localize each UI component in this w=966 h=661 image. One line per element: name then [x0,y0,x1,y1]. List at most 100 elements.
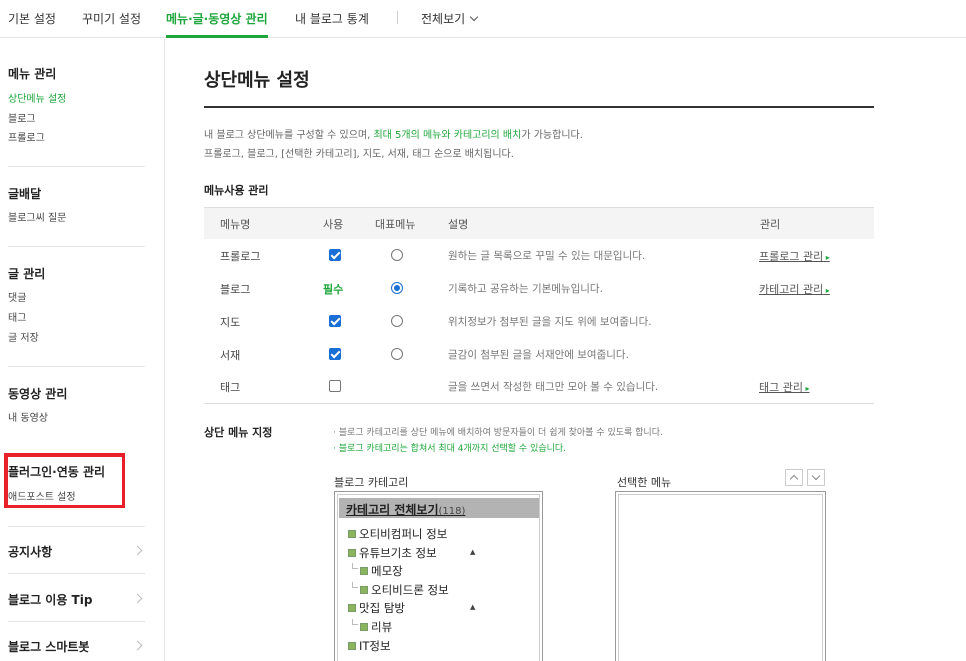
tree-node-child[interactable]: 오티비드론 정보 [360,582,449,598]
sidebar-divider [8,526,145,527]
tree-node-label: 오티비컴퍼니 정보 [359,527,448,541]
selected-menu-label: 선택한 메뉴 [617,476,672,489]
tag-manage-link[interactable]: 태그 관리 [759,379,810,395]
row-menu-name: 블로그 [220,283,251,296]
tree-branch-line [352,582,358,588]
use-checkbox[interactable] [329,380,341,392]
rep-menu-radio[interactable] [391,315,403,327]
sidebar-item-my-videos[interactable]: 내 동영상 [8,409,48,424]
row-description: 글을 쓰면서 작성한 태그만 모아 볼 수 있습니다. [448,381,659,393]
sidebar-item-saved-posts[interactable]: 글 저장 [8,329,39,344]
use-checkbox[interactable] [329,315,341,327]
row-description: 글감이 첨부된 글을 서재안에 보여줍니다. [448,349,629,361]
use-checkbox[interactable] [329,249,341,261]
row-menu-name: 지도 [220,316,241,329]
rep-menu-radio[interactable] [391,348,403,360]
tree-node-label: 맛집 탐방 [359,601,405,615]
tab-basic-settings[interactable]: 기본 설정 [8,10,56,27]
category-manage-link[interactable]: 카테고리 관리 [759,281,830,297]
tab-blog-stats[interactable]: 내 블로그 통계 [295,10,369,27]
row-description: 기록하고 공유하는 기본메뉴입니다. [448,283,603,295]
col-header-menu-name: 메뉴명 [220,218,251,231]
sidebar-heading-plugin: 플러그인·연동 관리 [8,465,106,479]
title-divider [204,106,874,108]
tab-menu-post-video[interactable]: 메뉴·글·동영상 관리 [166,10,268,27]
category-icon [360,623,368,631]
tree-node[interactable]: 유튜브기초 정보 [348,545,437,561]
desc-text: 가 가능합니다. [521,130,583,141]
tree-node[interactable]: 맛집 탐방 [348,600,405,616]
blog-category-label: 블로그 카테고리 [334,476,409,489]
required-label: 필수 [323,283,344,296]
sidebar-item-comments[interactable]: 댓글 [8,289,26,304]
page-description-line2: 프롤로그, 블로그, [선택한 카테고리], 지도, 서재, 태그 순으로 배치… [204,149,514,160]
tree-node-label: 유튜브기초 정보 [359,546,437,560]
tree-node-label: 메모장 [371,564,403,578]
chevron-down-icon [469,12,479,22]
sidebar-heading-video: 동영상 관리 [8,387,68,401]
sidebar-item-adpost[interactable]: 애드포스트 설정 [8,488,76,503]
prologue-manage-link[interactable]: 프롤로그 관리 [759,248,830,264]
col-header-rep-menu: 대표메뉴 [375,218,416,231]
top-tab-bar: 기본 설정 꾸미기 설정 메뉴·글·동영상 관리 내 블로그 통계 전체보기 [0,0,966,38]
collapse-caret-icon[interactable]: ▲ [470,548,475,556]
sidebar-link-label: 블로그 스마트봇 [8,640,90,654]
category-icon [348,604,356,612]
category-icon [348,549,356,557]
sidebar-item-top-menu[interactable]: 상단메뉴 설정 [8,90,66,105]
selected-menu-box[interactable] [615,491,826,661]
collapse-caret-icon[interactable]: ▲ [470,603,475,611]
sidebar-link-notice[interactable]: 공지사항 [8,543,145,560]
tree-node-label: 오티비드론 정보 [371,583,449,597]
tree-node-label: 리뷰 [371,620,393,634]
sidebar: 메뉴 관리 상단메뉴 설정 블로그 프롤로그 글배달 블로그씨 질문 글 관리 … [0,39,165,661]
menu-usage-heading: 메뉴사용 관리 [204,184,269,197]
top-menu-note-highlight: · 블로그 카테고리는 합쳐서 최대 4개까지 선택할 수 있습니다. [333,444,567,454]
top-menu-heading: 상단 메뉴 지정 [204,426,273,439]
sidebar-heading-delivery: 글배달 [8,187,42,201]
tree-node[interactable]: 오티비컴퍼니 정보 [348,526,447,542]
move-up-button[interactable] [785,469,803,486]
col-header-use: 사용 [323,218,344,231]
page-title: 상단메뉴 설정 [204,70,310,91]
category-all-label: 카테고리 전체보기 [346,503,439,517]
sidebar-heading-menu: 메뉴 관리 [8,67,57,81]
sidebar-item-prologue[interactable]: 프롤로그 [8,129,45,144]
desc-highlight: 최대 5개의 메뉴와 카테고리의 배치 [373,130,522,141]
chevron-right-icon [132,640,143,651]
page-description-line1: 내 블로그 상단메뉴를 구성할 수 있으며, 최대 5개의 메뉴와 카테고리의 … [204,126,583,141]
sidebar-heading-posts: 글 관리 [8,267,46,281]
tree-node[interactable]: IT정보 [348,638,391,654]
sidebar-item-blog[interactable]: 블로그 [8,110,36,125]
row-menu-name: 서재 [220,349,241,362]
sidebar-divider [8,621,145,622]
move-down-button[interactable] [807,469,825,486]
tab-view-all[interactable]: 전체보기 [421,10,479,27]
use-checkbox[interactable] [329,348,341,360]
sidebar-divider [8,246,145,247]
col-header-description: 설명 [448,218,469,231]
category-icon [360,586,368,594]
category-count: (118) [438,506,466,517]
row-description: 위치정보가 첨부된 글을 지도 위에 보여줍니다. [448,316,652,328]
sidebar-divider [8,366,145,367]
tree-node-label: IT정보 [359,639,391,653]
active-tab-indicator [166,35,268,38]
sidebar-divider [8,166,145,167]
category-icon [348,642,356,650]
rep-menu-radio[interactable] [391,282,403,294]
tab-design-settings[interactable]: 꾸미기 설정 [82,10,141,27]
tree-node-child[interactable]: 메모장 [360,563,403,579]
row-menu-name: 태그 [220,381,241,394]
col-header-manage: 관리 [760,218,781,231]
sidebar-link-tips[interactable]: 블로그 이용 Tip [8,591,145,608]
row-description: 원하는 글 목록으로 꾸밀 수 있는 대문입니다. [448,250,646,262]
rep-menu-radio[interactable] [391,249,403,261]
sidebar-item-tags[interactable]: 태그 [8,309,26,324]
table-bottom-border [204,403,874,404]
sidebar-link-smartbot[interactable]: 블로그 스마트봇 [8,638,145,655]
tree-node-child[interactable]: 리뷰 [360,619,392,635]
tab-separator [397,11,398,24]
category-all-link[interactable]: 카테고리 전체보기(118) [346,501,465,518]
sidebar-item-blogc-question[interactable]: 블로그씨 질문 [8,209,66,224]
